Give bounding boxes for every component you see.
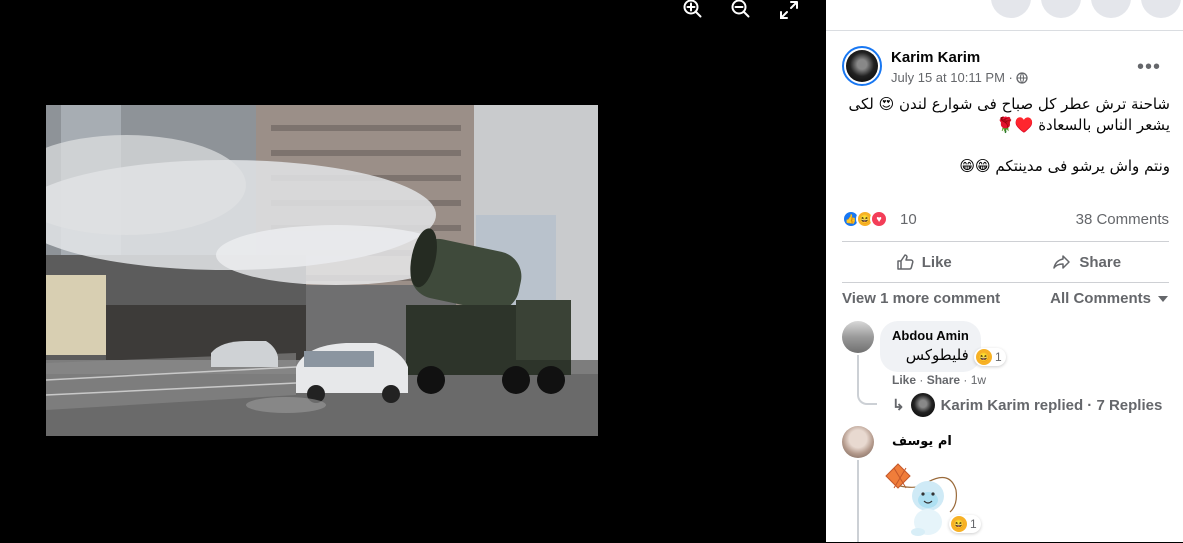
zoom-out-icon[interactable] (728, 0, 754, 20)
author-name[interactable]: Karim Karim (891, 49, 1028, 66)
share-button[interactable]: Share (1006, 244, 1170, 280)
thread-line (857, 460, 859, 542)
sticker-reaction-count: 1 (970, 517, 977, 531)
sticker-reactions[interactable]: 😆 1 (949, 515, 981, 533)
comments-controls: View 1 more comment All Comments (842, 290, 1169, 307)
haha-reaction-icon: 😆 (951, 516, 967, 532)
thumbs-up-icon (896, 254, 914, 270)
more-options-icon[interactable]: ••• (1137, 56, 1161, 79)
author-avatar[interactable] (842, 46, 882, 86)
commenter-avatar[interactable] (842, 321, 874, 353)
view-replies-link[interactable]: ↳ Karim Karim replied · 7 Replies (892, 393, 1162, 417)
reactions-summary: 👍 😆 ♥ 10 38 Comments (842, 210, 1169, 228)
commenter-avatar[interactable] (842, 426, 874, 458)
comment-text: فليطوكس (905, 346, 969, 364)
comment-reactions[interactable]: 😆 1 (974, 348, 1006, 366)
comment-filter-dropdown[interactable]: All Comments (1050, 290, 1169, 307)
like-label: Like (921, 253, 952, 271)
comment-actions: Like · Share · 1w (892, 373, 987, 387)
notifications-icon[interactable] (1091, 0, 1131, 18)
comments-count[interactable]: 38 Comments (1076, 211, 1169, 228)
thread-line (857, 355, 877, 405)
post-time-text[interactable]: July 15 at 10:11 PM · (891, 70, 1013, 85)
messenger-icon[interactable] (1041, 0, 1081, 18)
post-header: Karim Karim July 15 at 10:11 PM · (842, 46, 1028, 86)
post-actions: Like Share (842, 244, 1169, 280)
post-text-line2: ونتم واش يرشو فى مدينتكم 😁😁 (959, 157, 1170, 175)
post-timestamp[interactable]: July 15 at 10:11 PM · (891, 70, 1028, 85)
replier-avatar (910, 393, 935, 417)
globe-icon (1016, 71, 1028, 84)
comment-like-link[interactable]: Like (892, 373, 916, 387)
view-more-comments-link[interactable]: View 1 more comment (842, 290, 1000, 307)
reaction-icons[interactable]: 👍 😆 ♥ 10 (842, 210, 917, 228)
photo-viewer (0, 0, 826, 542)
commenter-name[interactable]: ام يوسف (892, 434, 952, 449)
divider (826, 30, 1183, 31)
fullscreen-icon[interactable] (776, 0, 802, 20)
reaction-count[interactable]: 10 (900, 211, 917, 228)
comment-bubble: Abdou Amin فليطوكس (880, 321, 981, 372)
post-text: شاحنة ترش عطر كل صباح فى شوارع لندن 😍 لك… (840, 94, 1170, 197)
top-actions (991, 0, 1181, 18)
love-reaction-icon: ♥ (870, 210, 888, 228)
zoom-in-icon[interactable] (680, 0, 706, 20)
comment-share-link[interactable]: Share (927, 373, 960, 387)
commenter-name[interactable]: Abdou Amin (892, 328, 969, 343)
divider (842, 282, 1169, 283)
viewer-toolbar (680, 0, 802, 20)
post-panel: Karim Karim July 15 at 10:11 PM · ••• شا… (826, 0, 1183, 542)
comment-reaction-count: 1 (995, 350, 1002, 364)
divider (842, 241, 1169, 242)
comment-age[interactable]: 1w (971, 373, 986, 387)
post-photo[interactable] (46, 105, 598, 436)
share-icon (1053, 255, 1071, 269)
reply-arrow-icon: ↳ (892, 397, 905, 414)
comment-sticker[interactable] (880, 460, 960, 538)
account-icon[interactable] (1141, 0, 1181, 18)
replies-text: Karim Karim replied · 7 Replies (940, 396, 1163, 414)
comment-filter-label: All Comments (1050, 290, 1151, 307)
caret-down-icon (1158, 295, 1168, 302)
share-label: Share (1079, 253, 1122, 271)
like-button[interactable]: Like (842, 244, 1006, 280)
haha-reaction-icon: 😆 (976, 349, 992, 365)
post-text-line1: شاحنة ترش عطر كل صباح فى شوارع لندن 😍 لك… (848, 95, 1170, 134)
menu-icon[interactable] (991, 0, 1031, 18)
